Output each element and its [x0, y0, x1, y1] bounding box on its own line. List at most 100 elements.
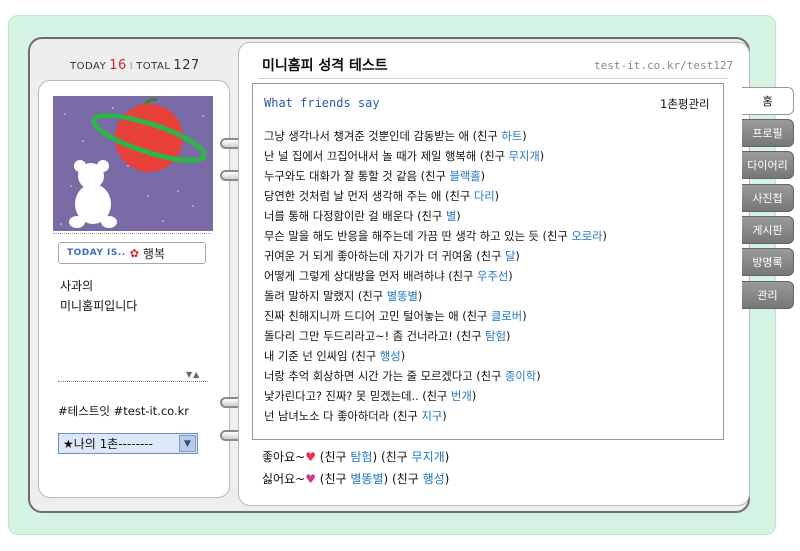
review-text: 너를 통해 다정함이란 걸 배운다 (친구 [264, 210, 446, 223]
review-line: 너를 통해 다정함이란 걸 배운다 (친구 별) [264, 207, 724, 227]
heart-icon: ♥ [305, 450, 316, 464]
review-text: 돌려 말하지 말랬지 (친구 [264, 290, 387, 303]
page-url[interactable]: test-it.co.kr/test127 [594, 59, 733, 72]
review-line: 낯가린다고? 진짜? 못 믿겠는데.. (친구 번개) [264, 387, 724, 407]
review-text: 낯가린다고? 진짜? 못 믿겠는데.. (친구 [264, 390, 452, 403]
friend-name-link[interactable]: 별똥별 [387, 290, 418, 303]
today-label: TODAY [70, 61, 107, 72]
flower-icon: ✿ [129, 246, 139, 260]
tab-home[interactable]: 홈 [742, 87, 794, 115]
like-text: ) [444, 450, 450, 464]
review-line: 무슨 말을 해도 반응을 해주는데 가끔 딴 생각 하고 있는 듯 (친구 오로… [264, 227, 724, 247]
like-friend-1[interactable]: 탐험 [350, 450, 372, 464]
broken-heart-icon: ♥ [305, 472, 316, 486]
tab-guestbook[interactable]: 방명록 [742, 248, 794, 276]
page-title: 미니홈피 성격 테스트 [262, 58, 388, 74]
like-friend-2[interactable]: 무지개 [412, 450, 445, 464]
like-text: ) (친구 [372, 450, 412, 464]
review-text-end: ) [494, 190, 500, 203]
dislike-text: ) [444, 472, 450, 486]
section-title: What friends say [264, 96, 380, 110]
review-line: 돌려 말하지 말랬지 (친구 별똥별) [264, 287, 724, 307]
friend-name-link[interactable]: 클로버 [491, 310, 522, 323]
review-text: 진짜 친해지니까 드디어 고민 털어놓는 애 (친구 [264, 310, 492, 323]
tab-diary[interactable]: 다이어리 [742, 151, 794, 179]
review-manage-link[interactable]: 1촌평관리 [660, 96, 710, 112]
ilchon-select[interactable]: ★나의 1촌-------- ▼ [58, 433, 198, 454]
mood-text: 행복 [142, 246, 165, 261]
review-text-end: ) [536, 370, 541, 383]
dislike-friend-1[interactable]: 별똥별 [350, 472, 383, 486]
review-text: 무슨 말을 해도 반응을 해주는데 가끔 딴 생각 하고 있는 듯 (친구 [264, 230, 572, 243]
friend-name-link[interactable]: 번개 [451, 390, 472, 403]
review-text-end: ) [480, 170, 486, 183]
today-mood: TODAY IS.. ✿ 행복 [58, 242, 206, 264]
visitor-counter: TODAY 16 I TOTAL 127 [70, 58, 230, 76]
ilchon-select-value: ★나의 1촌-------- [63, 437, 153, 451]
today-is-label: TODAY IS.. [67, 248, 126, 258]
total-count: 127 [173, 58, 200, 73]
chevron-down-icon[interactable]: ▼ [179, 435, 196, 452]
review-line: 어떻게 그렇게 상대방을 먼저 배려하냐 (친구 우주선) [264, 267, 724, 287]
review-text-end: ) [442, 410, 447, 423]
review-text-end: ) [522, 310, 527, 323]
friend-name-link[interactable]: 오로라 [571, 230, 602, 243]
review-text: 너랑 추억 회상하면 시간 가는 줄 모르겠다고 (친구 [264, 370, 505, 383]
review-text-end: ) [417, 290, 423, 303]
tab-board[interactable]: 게시판 [742, 216, 794, 244]
review-text-end: ) [505, 330, 511, 343]
friend-name-link[interactable]: 블랙홀 [449, 170, 480, 183]
tab-photo[interactable]: 사진첩 [742, 184, 794, 212]
friend-name-link[interactable]: 하트 [501, 130, 522, 143]
review-line: 진짜 친해지니까 드디어 고민 털어놓는 애 (친구 클로버) [264, 307, 724, 327]
dislike-text: (친구 [315, 472, 351, 486]
tab-manage[interactable]: 관리 [742, 281, 794, 309]
friend-name-link[interactable]: 지구 [421, 410, 442, 423]
like-label: 좋아요~ [262, 450, 306, 464]
tab-profile[interactable]: 프로필 [742, 119, 794, 147]
today-count: 16 [109, 58, 127, 73]
review-text-end: ) [522, 130, 527, 143]
total-label: TOTAL [136, 61, 171, 72]
like-row: 좋아요~♥ (친구 탐험) (친구 무지개) [262, 446, 449, 468]
profile-image[interactable] [53, 96, 213, 231]
profile-intro: 사과의 미니홈피입니다 [60, 276, 210, 316]
review-text-end: ) [400, 350, 406, 363]
review-line: 누구와도 대화가 잘 통할 것 같음 (친구 블랙홀) [264, 167, 724, 187]
counter-separator: I [129, 61, 134, 72]
history-arrows[interactable]: ▼▲ [186, 370, 200, 379]
review-text: 누구와도 대화가 잘 통할 것 같음 (친구 [264, 170, 450, 183]
review-line: 난 널 집에서 끄집어내서 놀 때가 제일 행복해 (친구 무지개) [264, 147, 724, 167]
intro-divider [58, 381, 208, 382]
review-line: 돌다리 그만 두드리라고~! 좀 건너라고! (친구 탐험) [264, 327, 724, 347]
dislike-text: ) (친구 [383, 472, 423, 486]
friend-name-link[interactable]: 행성 [380, 350, 401, 363]
review-text: 그냥 생각나서 챙겨준 것뿐인데 감동받는 애 (친구 [264, 130, 502, 143]
review-text-end: ) [508, 270, 513, 283]
friend-name-link[interactable]: 종이학 [505, 370, 536, 383]
review-line: 당연한 것처럼 날 먼저 생각해 주는 애 (친구 다리) [264, 187, 724, 207]
review-text: 귀여운 거 되게 좋아하는데 자기가 더 귀여움 (친구 [264, 250, 505, 263]
friend-name-link[interactable]: 다리 [474, 190, 495, 203]
review-line: 너랑 추억 회상하면 시간 가는 줄 모르겠다고 (친구 종이학) [264, 367, 724, 387]
friend-name-link[interactable]: 달 [505, 250, 515, 263]
review-text: 넌 남녀노소 다 좋아하더라 (친구 [264, 410, 422, 423]
review-text-end: ) [515, 250, 520, 263]
friend-name-link[interactable]: 별 [446, 210, 456, 223]
dislike-row: 싫어요~♥ (친구 별똥별) (친구 행성) [262, 468, 449, 490]
review-text-end: ) [456, 210, 461, 223]
dislike-friend-2[interactable]: 행성 [423, 472, 445, 486]
friend-name-link[interactable]: 탐험 [485, 330, 506, 343]
intro-line-2: 미니홈피입니다 [60, 299, 138, 313]
friend-name-link[interactable]: 무지개 [509, 150, 540, 163]
review-text-end: ) [602, 230, 607, 243]
review-line: 그냥 생각나서 챙겨준 것뿐인데 감동받는 애 (친구 하트) [264, 127, 724, 147]
intro-line-1: 사과의 [60, 279, 94, 293]
like-text: (친구 [315, 450, 351, 464]
review-text: 어떻게 그렇게 상대방을 먼저 배려하냐 (친구 [264, 270, 478, 283]
profile-tags: #테스트잇 #test-it.co.kr [58, 404, 190, 418]
review-text-end: ) [539, 150, 545, 163]
review-text-end: ) [471, 390, 477, 403]
friend-name-link[interactable]: 우주선 [477, 270, 508, 283]
title-divider [258, 78, 728, 79]
